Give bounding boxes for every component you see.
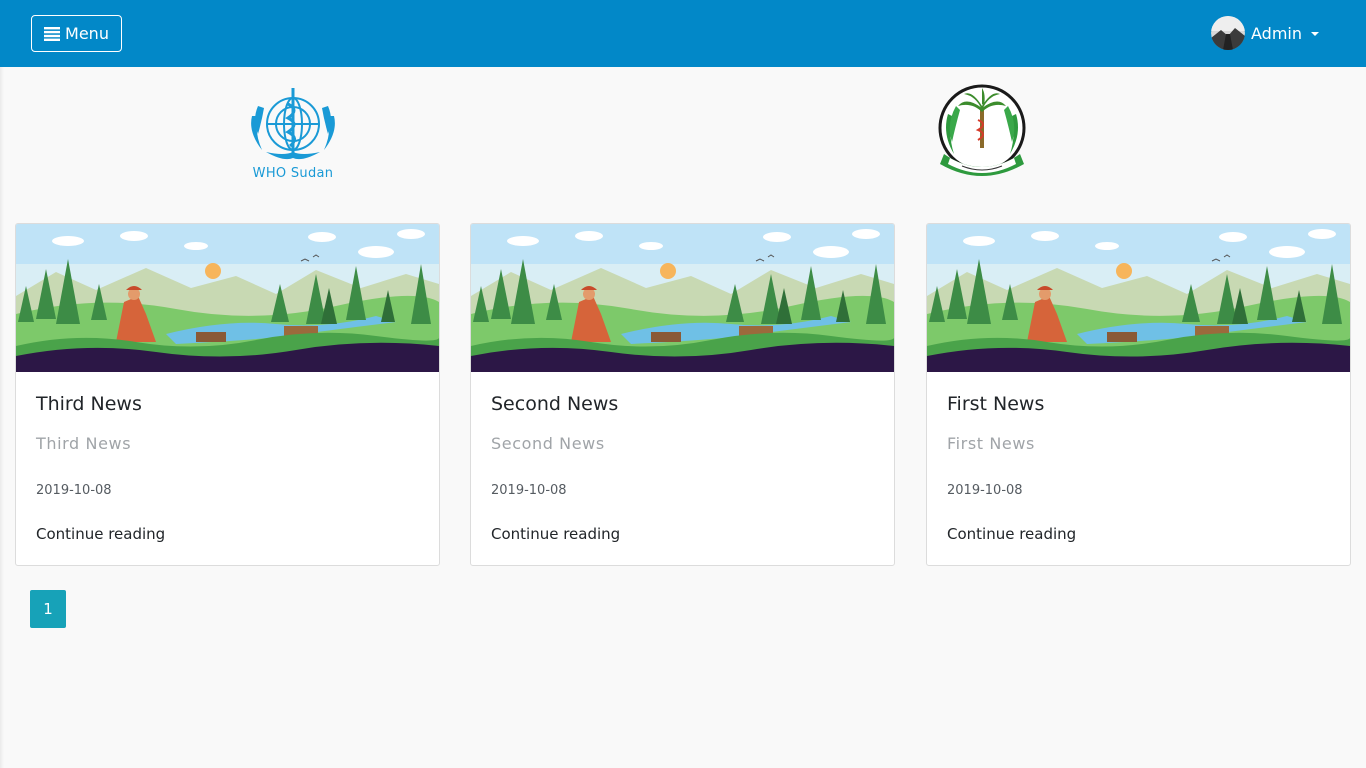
news-image (16, 224, 439, 372)
news-subtitle: First News (947, 434, 1035, 453)
who-emblem-icon (251, 88, 335, 160)
user-name: Admin (1251, 23, 1302, 43)
menu-button[interactable]: Menu (31, 15, 122, 52)
pagination-page-button[interactable]: 1 (30, 590, 66, 628)
continue-reading-link[interactable]: Continue reading (36, 525, 165, 543)
news-card: Second News Second News 2019-10-08 Conti… (470, 223, 895, 566)
news-date: 2019-10-08 (36, 483, 112, 498)
continue-reading-link[interactable]: Continue reading (491, 525, 620, 543)
news-image (471, 224, 894, 372)
news-title: Third News (36, 393, 142, 415)
who-logo-text: WHO Sudan (252, 166, 334, 181)
avatar (1211, 16, 1245, 50)
menu-label: Menu (65, 24, 109, 43)
news-subtitle: Second News (491, 434, 605, 453)
caret-down-icon (1311, 32, 1319, 36)
top-navbar: Menu Admin (0, 0, 1366, 67)
news-card: First News First News 2019-10-08 Continu… (926, 223, 1351, 566)
user-dropdown[interactable]: Admin (1211, 16, 1319, 50)
news-subtitle: Third News (36, 434, 132, 453)
left-shadow (0, 67, 4, 768)
news-date: 2019-10-08 (491, 483, 567, 498)
ministry-of-health-logo (928, 84, 1036, 182)
news-card: Third News Third News 2019-10-08 Continu… (15, 223, 440, 566)
news-image (927, 224, 1350, 372)
ministry-emblem-icon (938, 84, 1026, 176)
news-date: 2019-10-08 (947, 483, 1023, 498)
news-title: First News (947, 393, 1045, 415)
bars-icon (44, 26, 61, 41)
news-title: Second News (491, 393, 619, 415)
continue-reading-link[interactable]: Continue reading (947, 525, 1076, 543)
